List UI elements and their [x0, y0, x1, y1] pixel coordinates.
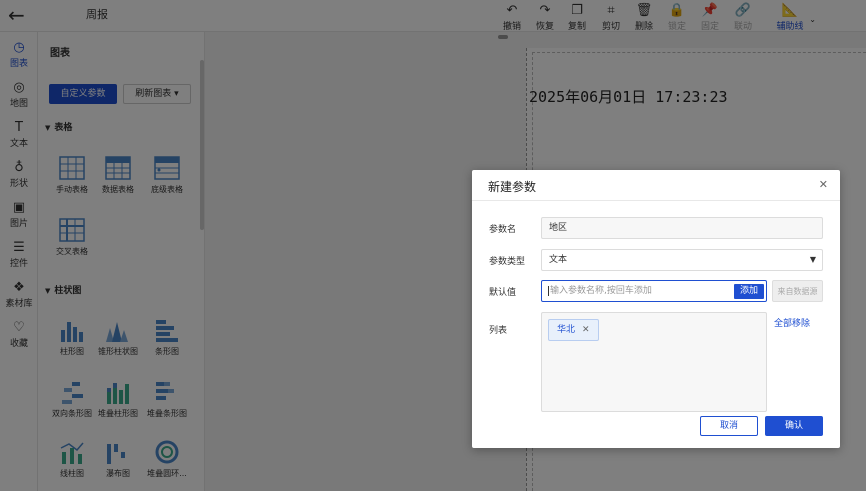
confirm-button[interactable]: 确认 [765, 416, 823, 436]
list-label: 列表 [489, 326, 508, 336]
new-param-dialog: 新建参数 ✕ 参数名 地区 参数类型 文本 ▼ 默认值 输入参数名称,按回车添加… [472, 170, 840, 448]
cancel-button[interactable]: 取消 [700, 416, 758, 436]
param-type-label: 参数类型 [489, 257, 526, 267]
remove-all-link[interactable]: 全部移除 [774, 316, 810, 329]
chevron-down-icon: ▼ [809, 255, 816, 264]
param-name-label: 参数名 [489, 225, 517, 235]
add-button[interactable]: 添加 [734, 284, 764, 299]
param-type-value: 文本 [549, 255, 568, 265]
close-icon[interactable]: ✕ [819, 178, 828, 191]
list-tag[interactable]: 华北 ✕ [548, 319, 599, 341]
from-data-source-button[interactable]: 来自数据源 [772, 280, 823, 302]
param-type-select[interactable]: 文本 ▼ [541, 249, 823, 271]
close-icon[interactable]: ✕ [582, 325, 590, 335]
dialog-divider [472, 200, 840, 201]
param-name-field[interactable]: 地区 [541, 217, 823, 239]
default-value-label: 默认值 [489, 288, 517, 298]
param-list-box[interactable]: 华北 ✕ [541, 312, 767, 412]
default-value-placeholder: 输入参数名称,按回车添加 [550, 286, 652, 296]
list-tag-label: 华北 [557, 325, 576, 335]
dialog-title: 新建参数 [488, 180, 537, 194]
text-caret [548, 285, 549, 296]
